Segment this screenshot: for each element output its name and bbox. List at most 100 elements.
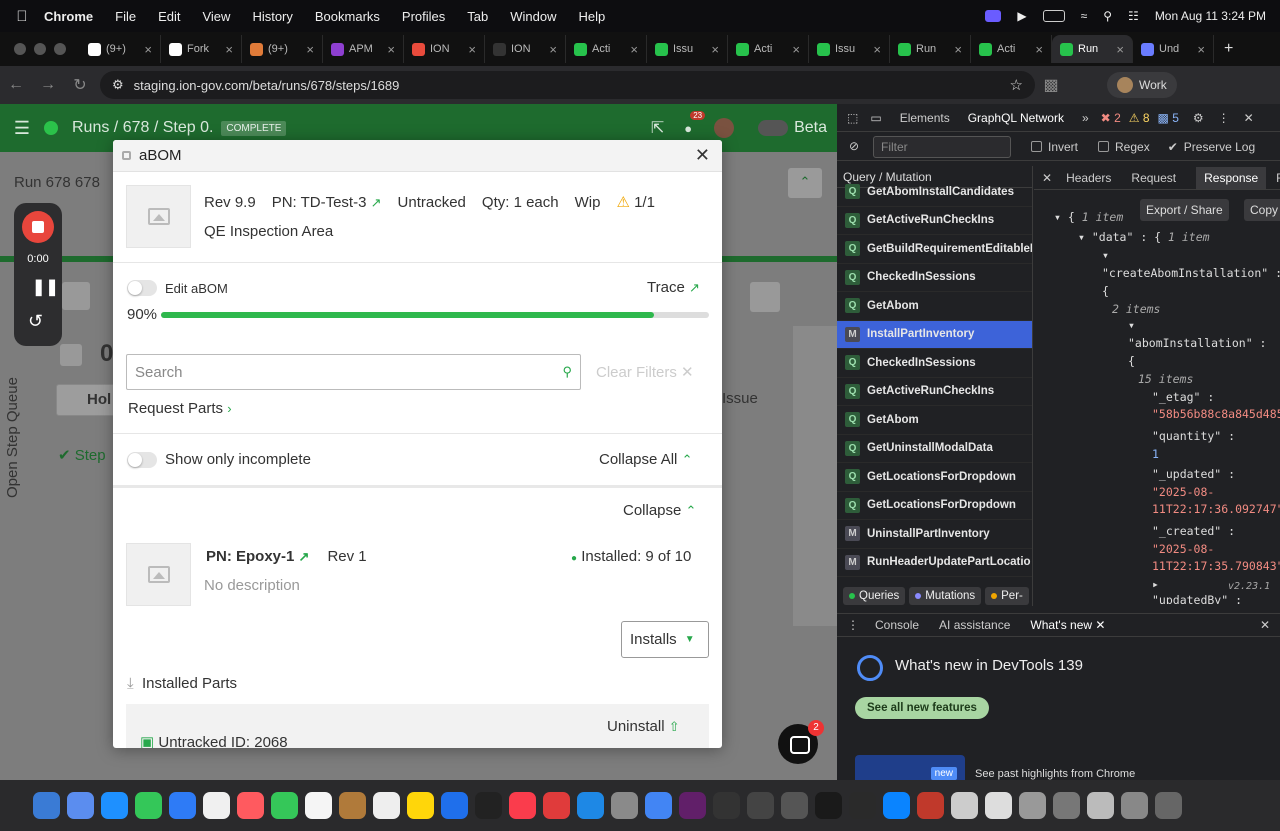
persisted-filter[interactable]: Per-: [985, 587, 1029, 605]
new-tab-button[interactable]: +: [1224, 40, 1233, 58]
hamburger-menu-icon[interactable]: ☰: [0, 118, 44, 139]
control-center-icon[interactable]: ☷: [1128, 9, 1139, 23]
bell-icon[interactable]: ● 23: [684, 110, 706, 136]
menu-view[interactable]: View: [202, 9, 230, 24]
close-tab-icon[interactable]: ×: [792, 42, 800, 57]
menu-tab[interactable]: Tab: [467, 9, 488, 24]
forward-button[interactable]: →: [32, 76, 64, 94]
operation-row[interactable]: Q CheckedInSessions: [837, 264, 1032, 292]
browser-tab[interactable]: Issu ×: [647, 35, 728, 63]
bookmark-star-icon[interactable]: ☆: [1010, 76, 1023, 94]
browser-tab[interactable]: Issu ×: [809, 35, 890, 63]
operation-row[interactable]: Q GetAbom: [837, 406, 1032, 435]
minimize-window-button[interactable]: [34, 43, 46, 55]
close-drawer-icon[interactable]: ✕: [1260, 618, 1270, 632]
collapse-all-button[interactable]: Collapse All ⌃: [599, 451, 692, 468]
highlight-thumbnail[interactable]: new: [855, 755, 965, 780]
gear-icon[interactable]: ⚙: [1193, 111, 1204, 125]
dock-app-icon[interactable]: [917, 792, 944, 819]
close-tab-icon[interactable]: ×: [954, 42, 962, 57]
dock-app-icon[interactable]: [33, 792, 60, 819]
dock-app-icon[interactable]: [67, 792, 94, 819]
edit-abom-toggle[interactable]: [127, 280, 157, 296]
tab-headers[interactable]: Headers: [1066, 171, 1111, 185]
dock-app-icon[interactable]: [1053, 792, 1080, 819]
apple-icon[interactable]: : [0, 8, 44, 25]
dock-app-icon[interactable]: [543, 792, 570, 819]
dock-app-icon[interactable]: [1087, 792, 1114, 819]
json-data[interactable]: ▾ "data" : { 1 item: [1078, 230, 1210, 244]
dock-app-icon[interactable]: [1155, 792, 1182, 819]
operation-row[interactable]: Q GetAbom: [837, 292, 1032, 321]
browser-tab[interactable]: ION ×: [404, 35, 485, 63]
user-avatar[interactable]: [714, 118, 735, 138]
dock-app-icon[interactable]: [985, 792, 1012, 819]
installs-dropdown[interactable]: Installs ▼: [621, 621, 709, 658]
clock[interactable]: Mon Aug 11 3:24 PM: [1155, 9, 1266, 23]
dock-app-icon[interactable]: [135, 792, 162, 819]
search-icon[interactable]: ⚲: [1103, 9, 1112, 23]
dock-app-icon[interactable]: [883, 792, 910, 819]
menu-window[interactable]: Window: [510, 9, 556, 24]
menu-help[interactable]: Help: [579, 9, 606, 24]
part-pn-link[interactable]: PN: TD-Test-3 ↗: [272, 194, 382, 211]
dock-app-icon[interactable]: [305, 792, 332, 819]
dock-app-icon[interactable]: [679, 792, 706, 819]
close-tab-icon[interactable]: ×: [1035, 42, 1043, 57]
invert-checkbox[interactable]: [1031, 141, 1042, 152]
screen-share-icon[interactable]: [985, 10, 1002, 22]
browser-tab[interactable]: (9+) ×: [80, 35, 161, 63]
dock-app-icon[interactable]: [203, 792, 230, 819]
installed-parts-header[interactable]: ⤓ Installed Parts: [127, 675, 237, 692]
battery-icon[interactable]: [1042, 10, 1065, 22]
profile-button[interactable]: Work: [1107, 72, 1177, 98]
dock-app-icon[interactable]: [951, 792, 978, 819]
browser-tab[interactable]: (9+) ×: [242, 35, 323, 63]
tab-more[interactable]: R: [1276, 171, 1280, 185]
exit-icon[interactable]: ⇱: [651, 118, 664, 138]
operation-row[interactable]: M UninstallPartInventory: [837, 520, 1032, 549]
wifi-icon[interactable]: ≈: [1081, 9, 1088, 23]
operation-row[interactable]: Q GetUninstallModalData: [837, 435, 1032, 463]
browser-tab[interactable]: Und ×: [1133, 35, 1214, 63]
close-detail-icon[interactable]: ✕: [1042, 171, 1052, 185]
browser-tab[interactable]: Run ×: [1052, 35, 1133, 63]
chat-launcher-button[interactable]: 2: [778, 720, 824, 764]
back-button[interactable]: ←: [0, 76, 32, 94]
info-count[interactable]: ▩ 5: [1158, 111, 1179, 125]
close-icon[interactable]: ✕: [695, 145, 710, 166]
breadcrumb[interactable]: Runs / 678 / Step 0.: [72, 119, 213, 137]
dock-app-icon[interactable]: [101, 792, 128, 819]
json-toggle[interactable]: ▾: [1102, 248, 1109, 262]
browser-tab[interactable]: Acti ×: [728, 35, 809, 63]
item-pn-link[interactable]: PN: Epoxy-1 ↗: [206, 548, 309, 565]
close-tab-icon[interactable]: ×: [306, 42, 314, 57]
extensions-icon[interactable]: ▩: [1035, 75, 1067, 95]
pause-icon[interactable]: ❚❚: [32, 277, 59, 297]
dock-app-icon[interactable]: [713, 792, 740, 819]
browser-tab[interactable]: Acti ×: [566, 35, 647, 63]
mutations-filter[interactable]: Mutations: [909, 587, 982, 605]
warning-count[interactable]: ⚠ 1/1: [616, 193, 654, 211]
tab-console[interactable]: Console: [875, 618, 919, 632]
open-step-queue-tab[interactable]: Open Step Queue: [4, 377, 21, 498]
filter-input[interactable]: Filter: [873, 135, 1011, 158]
dock-app-icon[interactable]: [475, 792, 502, 819]
operation-row[interactable]: Q GetActiveRunCheckIns: [837, 207, 1032, 235]
regex-checkbox[interactable]: [1098, 141, 1110, 152]
error-count[interactable]: ✖ 2: [1101, 111, 1121, 125]
browser-tab[interactable]: Run ×: [890, 35, 971, 63]
json-toggle[interactable]: ▸: [1152, 577, 1159, 591]
warning-count[interactable]: ⚠ 8: [1129, 111, 1150, 125]
stop-recording-button[interactable]: [22, 211, 54, 243]
browser-tab[interactable]: ION ×: [485, 35, 566, 63]
dock-app-icon[interactable]: [237, 792, 264, 819]
tab-elements[interactable]: Elements: [900, 111, 950, 125]
site-info-icon[interactable]: ⚙: [112, 77, 124, 93]
hold-button[interactable]: Hol: [56, 384, 116, 416]
collapse-button[interactable]: Collapse ⌃: [623, 502, 696, 519]
menu-bookmarks[interactable]: Bookmarks: [315, 9, 380, 24]
omnibox[interactable]: ⚙ staging.ion-gov.com/beta/runs/678/step…: [100, 71, 1035, 99]
close-devtools-icon[interactable]: ✕: [1244, 111, 1254, 125]
menu-app-name[interactable]: Chrome: [44, 9, 93, 24]
